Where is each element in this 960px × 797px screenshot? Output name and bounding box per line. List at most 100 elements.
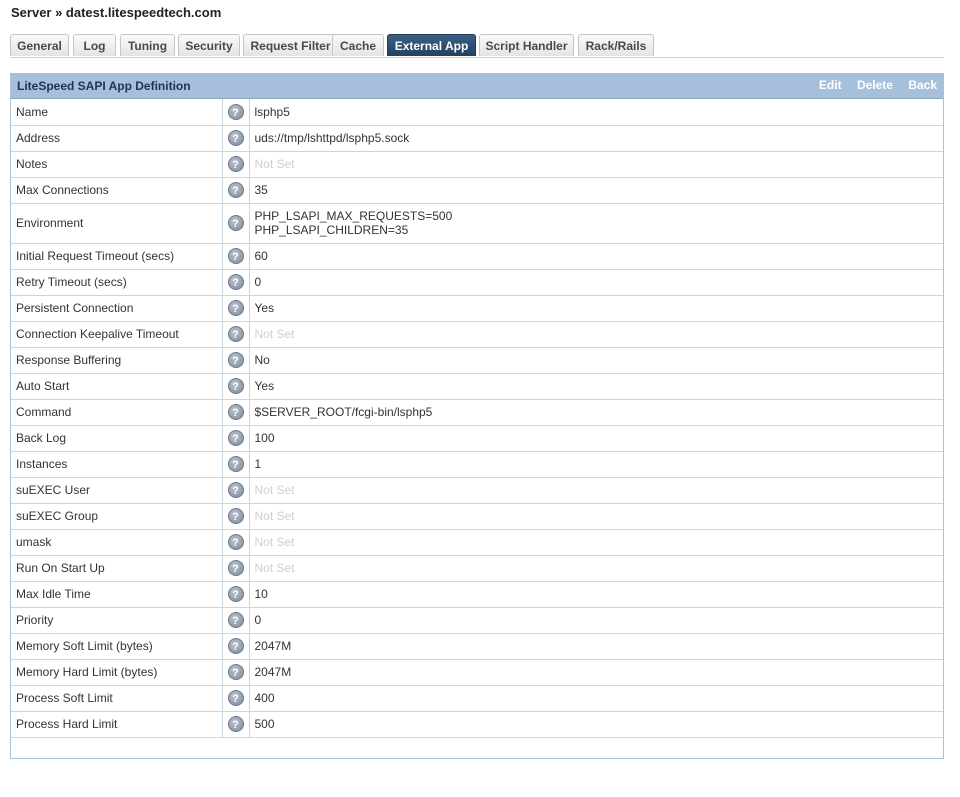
help-icon[interactable]: ?	[227, 664, 244, 680]
tab-tuning[interactable]: Tuning	[120, 34, 175, 56]
table-row: Environment? PHP_LSAPI_MAX_REQUESTS=500 P…	[11, 202, 943, 244]
setting-value: lsphp5	[254, 104, 290, 119]
help-icon[interactable]: ?	[227, 430, 244, 446]
setting-value-cell: 35	[248, 176, 943, 204]
help-cell: ?	[221, 242, 250, 270]
edit-link[interactable]: Edit	[819, 78, 842, 92]
table-row: Max Idle Time? 10	[11, 580, 943, 608]
help-icon[interactable]: ?	[227, 326, 244, 342]
delete-link[interactable]: Delete	[857, 78, 893, 92]
setting-value-cell: 0	[248, 268, 943, 296]
setting-label: Persistent Connection	[11, 294, 223, 322]
setting-value-cell: lsphp5	[248, 99, 943, 126]
table-row: Process Soft Limit? 400	[11, 684, 943, 712]
setting-value-cell: Not Set	[248, 554, 943, 582]
help-cell: ?	[221, 424, 250, 452]
setting-label: Address	[11, 124, 223, 152]
table-row: Process Hard Limit? 500	[11, 710, 943, 738]
help-cell: ?	[221, 346, 250, 374]
setting-label: Retry Timeout (secs)	[11, 268, 223, 296]
setting-value-cell: No	[248, 346, 943, 374]
help-cell: ?	[221, 268, 250, 296]
help-icon[interactable]: ?	[227, 156, 244, 172]
table-row: suEXEC User? Not Set	[11, 476, 943, 504]
setting-value: 0	[254, 275, 262, 289]
help-cell: ?	[221, 502, 250, 530]
setting-value-cell: Yes	[248, 372, 943, 400]
table-row: Back Log? 100	[11, 424, 943, 452]
help-icon[interactable]: ?	[227, 248, 244, 264]
help-cell: ?	[221, 124, 250, 152]
help-icon[interactable]: ?	[227, 456, 244, 472]
help-icon[interactable]: ?	[227, 508, 244, 524]
settings-table: Name? lsphp5 Address? uds://tmp/lshttpd/lsp…	[11, 99, 943, 738]
help-icon[interactable]: ?	[227, 638, 244, 654]
table-row: Address? uds://tmp/lshttpd/lsphp5.sock	[11, 124, 943, 152]
setting-value: Not Set	[254, 327, 295, 341]
help-icon[interactable]: ?	[227, 300, 244, 316]
tab-general[interactable]: General	[10, 34, 69, 56]
setting-value: 60	[254, 249, 268, 263]
table-row: Persistent Connection? Yes	[11, 294, 943, 322]
panel-actions: Edit Delete Back	[807, 78, 937, 92]
setting-value: uds://tmp/lshttpd/lsphp5.sock	[254, 131, 410, 145]
app-definition-panel: LiteSpeed SAPI App Definition Edit Delet…	[10, 73, 944, 759]
setting-value: 100	[254, 431, 275, 445]
help-icon[interactable]: ?	[227, 182, 244, 198]
table-row: Max Connections? 35	[11, 176, 943, 204]
setting-value: PHP_LSAPI_MAX_REQUESTS=500 PHP_LSAPI_CHI…	[254, 209, 453, 237]
help-icon[interactable]: ?	[227, 215, 244, 231]
help-icon[interactable]: ?	[227, 130, 244, 146]
tab-script-handler[interactable]: Script Handler	[479, 34, 574, 56]
setting-value: 35	[254, 183, 268, 197]
tab-security[interactable]: Security	[178, 34, 240, 56]
table-row: Auto Start? Yes	[11, 372, 943, 400]
help-icon[interactable]: ?	[227, 560, 244, 576]
setting-label: Environment	[11, 202, 223, 244]
help-icon[interactable]: ?	[227, 404, 244, 420]
help-icon[interactable]: ?	[227, 612, 244, 628]
help-icon[interactable]: ?	[227, 690, 244, 706]
help-icon[interactable]: ?	[227, 482, 244, 498]
setting-value-cell: 0	[248, 606, 943, 634]
tab-rack-rails[interactable]: Rack/Rails	[578, 34, 654, 56]
setting-value-cell: 1	[248, 450, 943, 478]
tab-cache[interactable]: Cache	[332, 34, 384, 56]
table-row: Connection Keepalive Timeout? Not Set	[11, 320, 943, 348]
tab-log[interactable]: Log	[73, 34, 116, 56]
setting-value-cell: 2047M	[248, 658, 943, 686]
help-cell: ?	[221, 150, 250, 178]
back-link[interactable]: Back	[908, 78, 937, 92]
help-cell: ?	[221, 606, 250, 634]
help-cell: ?	[221, 476, 250, 504]
help-icon[interactable]: ?	[227, 378, 244, 394]
help-icon[interactable]: ?	[227, 586, 244, 602]
help-cell: ?	[221, 372, 250, 400]
setting-value-cell: Yes	[248, 294, 943, 322]
help-icon[interactable]: ?	[227, 534, 244, 550]
tab-external-app[interactable]: External App	[387, 34, 476, 56]
help-icon[interactable]: ?	[227, 274, 244, 290]
help-cell: ?	[221, 99, 250, 126]
setting-value-cell: Not Set	[248, 150, 943, 178]
help-cell: ?	[221, 202, 250, 244]
help-icon[interactable]: ?	[227, 103, 244, 120]
setting-label: Response Buffering	[11, 346, 223, 374]
setting-value-cell: 100	[248, 424, 943, 452]
setting-label: Max Connections	[11, 176, 223, 204]
setting-label: Name	[11, 99, 223, 126]
setting-label: Back Log	[11, 424, 223, 452]
help-cell: ?	[221, 658, 250, 686]
setting-label: Process Soft Limit	[11, 684, 223, 712]
help-cell: ?	[221, 580, 250, 608]
setting-value: 0	[254, 613, 262, 627]
setting-value: 10	[254, 587, 268, 601]
setting-label: Instances	[11, 450, 223, 478]
setting-label: Memory Soft Limit (bytes)	[11, 632, 223, 660]
help-icon[interactable]: ?	[227, 352, 244, 368]
table-row: Retry Timeout (secs)? 0	[11, 268, 943, 296]
tab-request-filter[interactable]: Request Filter	[243, 34, 338, 56]
setting-label: Notes	[11, 150, 223, 178]
help-cell: ?	[221, 320, 250, 348]
help-icon[interactable]: ?	[227, 716, 244, 732]
